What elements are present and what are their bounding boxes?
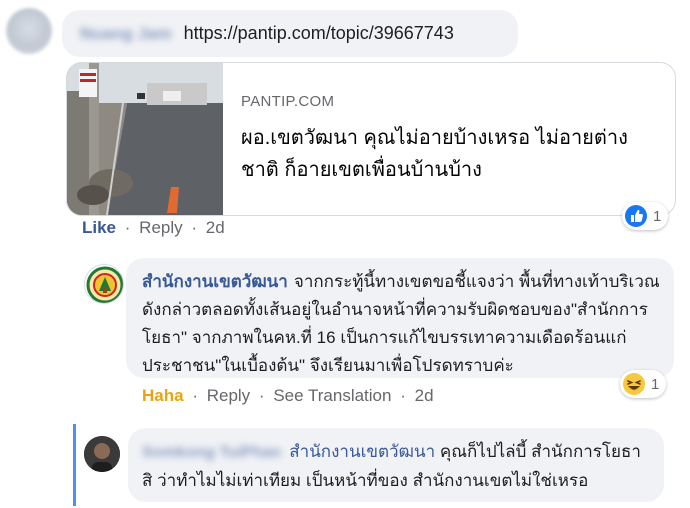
comment-link[interactable]: https://pantip.com/topic/39667743 bbox=[184, 23, 454, 44]
link-preview-domain: PANTIP.COM bbox=[241, 93, 335, 110]
comment-reaction-count: 1 bbox=[653, 207, 662, 225]
comment-reaction-summary[interactable]: 1 bbox=[622, 202, 669, 230]
reply-bubble-user: Somkong TuiPhan สำนักงานเขตวัฒนา คุณก็ไปไ… bbox=[128, 428, 664, 502]
separator: · bbox=[192, 386, 198, 405]
commenter-avatar[interactable] bbox=[6, 8, 52, 54]
commenter-name[interactable]: Nuang Jam bbox=[80, 24, 172, 44]
reply-author-user[interactable]: Somkong TuiPhan bbox=[142, 439, 281, 467]
reply-reaction-summary[interactable]: 1 bbox=[620, 370, 667, 398]
reply-actions-page: Haha · Reply · See Translation · 2d bbox=[142, 386, 434, 406]
separator: · bbox=[400, 386, 406, 405]
separator: · bbox=[191, 218, 198, 237]
separator: · bbox=[258, 386, 265, 405]
reply-text-user: Somkong TuiPhan สำนักงานเขตวัฒนา คุณก็ไปไ… bbox=[142, 438, 650, 495]
link-preview-title[interactable]: ผอ.เขตวัฒนา คุณไม่อายบ้างเหรอ ไม่อายต่าง… bbox=[241, 122, 659, 186]
comment-timestamp[interactable]: 2d bbox=[206, 218, 225, 237]
reply-text-page: สำนักงานเขตวัฒนา จากกระทู้นี้ทางเขตขอชี้แ… bbox=[142, 268, 660, 380]
haha-icon bbox=[623, 373, 645, 395]
reply-author-page[interactable]: สำนักงานเขตวัฒนา bbox=[142, 272, 288, 291]
reply-button[interactable]: Reply bbox=[207, 386, 250, 405]
user-avatar[interactable] bbox=[84, 436, 120, 472]
reply-thread-line bbox=[73, 424, 76, 506]
reply-timestamp[interactable]: 2d bbox=[415, 386, 434, 405]
district-seal-icon bbox=[86, 266, 123, 303]
page-avatar[interactable] bbox=[84, 264, 124, 304]
link-preview-text: PANTIP.COM ผอ.เขตวัฒนา คุณไม่อายบ้างเหรอ… bbox=[241, 93, 659, 186]
haha-reaction-button[interactable]: Haha bbox=[142, 386, 184, 405]
reply-button[interactable]: Reply bbox=[139, 218, 182, 237]
link-preview-thumbnail[interactable] bbox=[67, 63, 223, 215]
separator: · bbox=[124, 218, 131, 237]
street-photo-image bbox=[67, 63, 223, 215]
reply-reaction-count: 1 bbox=[651, 375, 660, 393]
link-preview-card[interactable]: PANTIP.COM ผอ.เขตวัฒนา คุณไม่อายบ้างเหรอ… bbox=[66, 62, 676, 216]
like-icon bbox=[625, 205, 647, 227]
reply-bubble-page: สำนักงานเขตวัฒนา จากกระทู้นี้ทางเขตขอชี้แ… bbox=[126, 258, 674, 378]
user-photo-image bbox=[84, 436, 120, 472]
see-translation-button[interactable]: See Translation bbox=[273, 386, 391, 405]
comment-actions: Like · Reply · 2d bbox=[82, 218, 225, 238]
comment-bubble: Nuang Jam https://pantip.com/topic/39667… bbox=[62, 10, 518, 57]
tagged-page-link[interactable]: สำนักงานเขตวัฒนา bbox=[289, 442, 435, 461]
like-button[interactable]: Like bbox=[82, 218, 116, 237]
